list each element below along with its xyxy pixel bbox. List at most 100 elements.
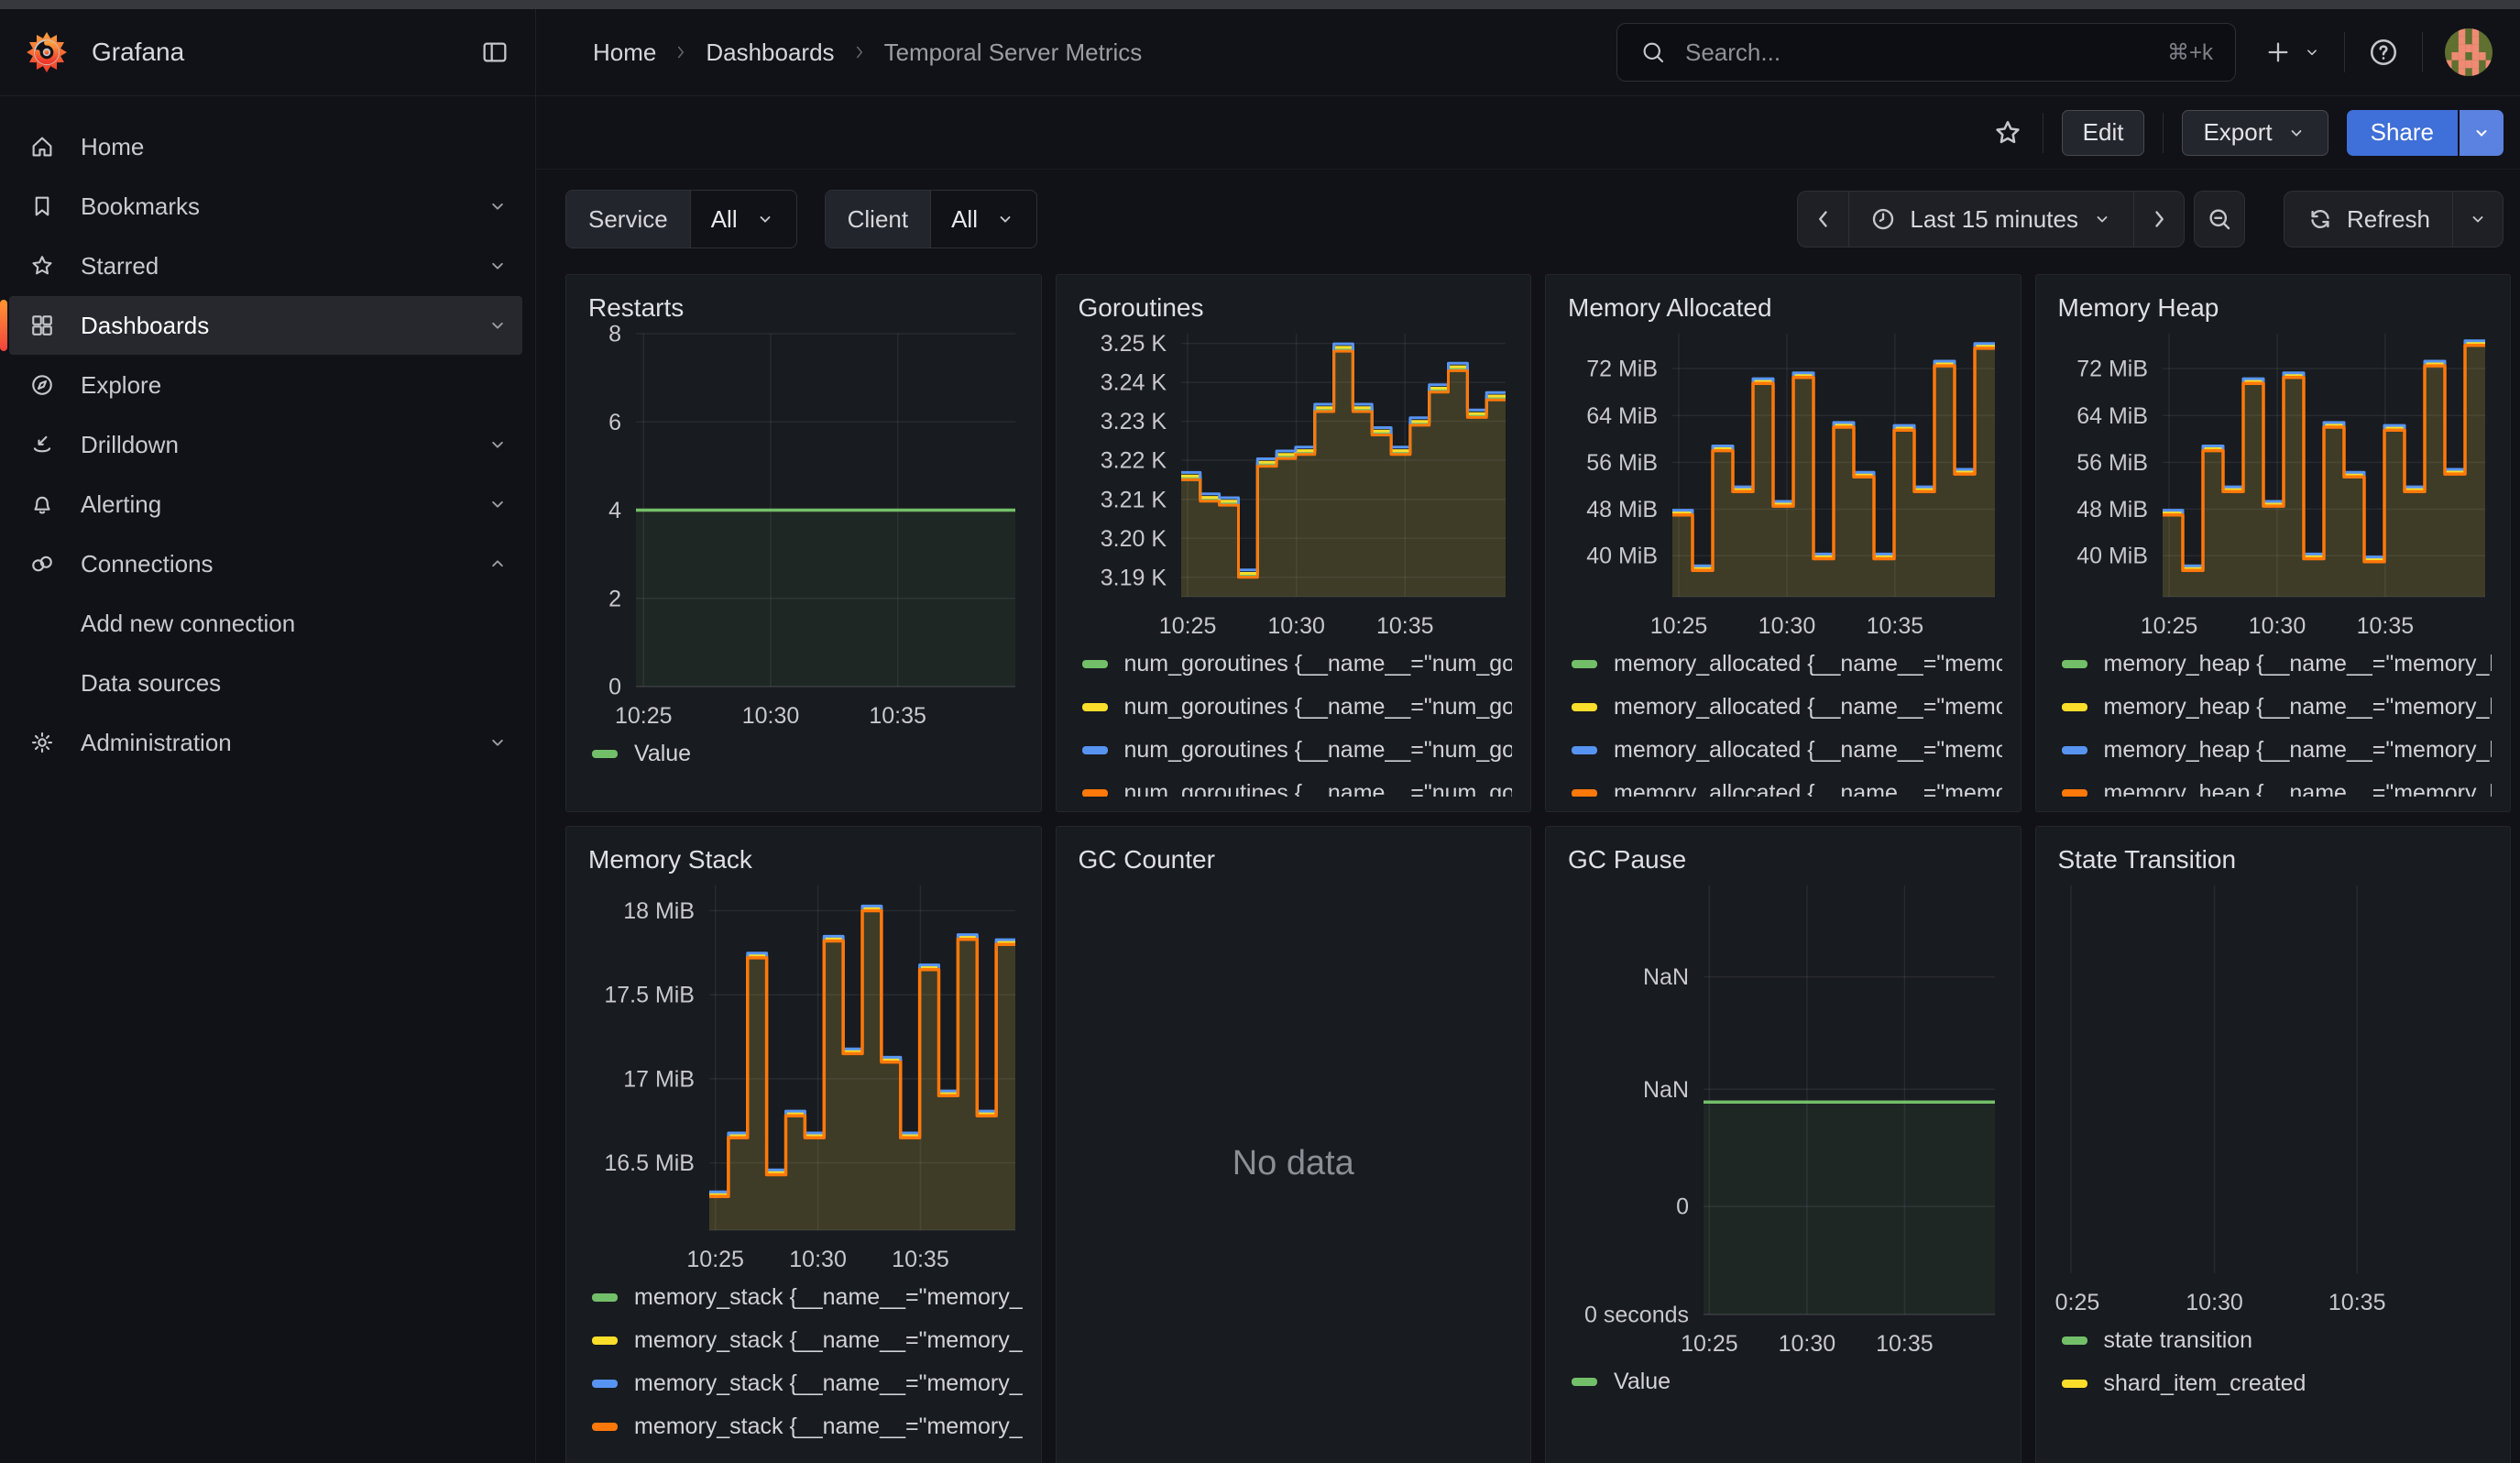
legend-item[interactable]: memory_allocated {__name__="memo	[1572, 686, 2002, 729]
breadcrumb-dashboards[interactable]: Dashboards	[706, 38, 834, 67]
edit-button[interactable]: Edit	[2062, 110, 2145, 156]
panel-title-memory_stack[interactable]: Memory Stack	[588, 845, 1023, 874]
client-filter-value[interactable]: All	[930, 191, 1036, 248]
svg-text:8: 8	[608, 323, 621, 347]
sidebar-item-data-sources[interactable]: Data sources	[9, 654, 522, 712]
search-box[interactable]: ⌘+k	[1616, 23, 2236, 82]
connections-icon	[27, 550, 57, 578]
service-filter[interactable]: Service All	[565, 190, 797, 248]
panel-title-gc_pause[interactable]: GC Pause	[1568, 845, 2002, 874]
favorite-star-icon[interactable]	[1991, 116, 2024, 149]
refresh-interval-dropdown[interactable]	[2452, 191, 2504, 248]
svg-text:6: 6	[608, 410, 621, 435]
share-dropdown-button[interactable]	[2460, 110, 2504, 156]
panel-title-memory_heap[interactable]: Memory Heap	[2058, 293, 2493, 323]
legend-label: memory_allocated {__name__="memo	[1614, 651, 2002, 677]
chart-memory_allocated[interactable]: 72 MiB64 MiB56 MiB48 MiB40 MiB10:2510:30…	[1564, 323, 2002, 643]
add-new-button[interactable]	[2263, 38, 2322, 67]
chevron-down-icon[interactable]	[486, 194, 509, 218]
sidebar-item-drilldown[interactable]: Drilldown	[9, 415, 522, 474]
legend-item[interactable]: memory_heap {__name__="memory_h	[2062, 643, 2493, 686]
time-back-button[interactable]	[1797, 191, 1848, 248]
panel-title-state_transition[interactable]: State Transition	[2058, 845, 2493, 874]
legend-color-orange	[592, 1423, 618, 1431]
legend-color-blue	[592, 1380, 618, 1388]
search-icon	[1639, 38, 1667, 66]
chart-memory_heap[interactable]: 72 MiB64 MiB56 MiB48 MiB40 MiB10:2510:30…	[2054, 323, 2493, 643]
export-button[interactable]: Export	[2182, 110, 2328, 156]
grafana-logo-icon[interactable]	[26, 31, 68, 73]
sidebar-item-bookmarks[interactable]: Bookmarks	[9, 177, 522, 236]
panel-title-memory_allocated[interactable]: Memory Allocated	[1568, 293, 2002, 323]
panel-title-restarts[interactable]: Restarts	[588, 293, 1023, 323]
chart-goroutines[interactable]: 3.25 K3.24 K3.23 K3.22 K3.21 K3.20 K3.19…	[1075, 323, 1513, 643]
share-button[interactable]: Share	[2347, 110, 2458, 156]
search-input[interactable]	[1683, 38, 2167, 68]
legend-item[interactable]: memory_stack {__name__="memory_s	[592, 1319, 1023, 1362]
chevron-down-icon[interactable]	[486, 314, 509, 337]
legend-item[interactable]: memory_heap {__name__="memory_h	[2062, 772, 2493, 797]
legend: state transitionshard_item_created	[2054, 1319, 2493, 1452]
panel-memory_stack: Memory Stack18 MiB17.5 MiB17 MiB16.5 MiB…	[565, 826, 1042, 1463]
svg-text:0 seconds: 0 seconds	[1584, 1303, 1689, 1328]
legend-item[interactable]: memory_allocated {__name__="memo	[1572, 643, 2002, 686]
legend-item[interactable]: memory_stack {__name__="memory_s	[592, 1276, 1023, 1319]
chevron-down-icon[interactable]	[486, 492, 509, 516]
sidebar-item-add-new-connection[interactable]: Add new connection	[9, 594, 522, 653]
sidebar-item-connections[interactable]: Connections	[9, 534, 522, 593]
time-range-picker[interactable]: Last 15 minutes	[1848, 191, 2133, 248]
sidebar-item-explore[interactable]: Explore	[9, 356, 522, 414]
chevron-down-icon[interactable]	[486, 731, 509, 754]
sidebar-item-alerting[interactable]: Alerting	[9, 475, 522, 534]
svg-text:3.19 K: 3.19 K	[1100, 565, 1167, 590]
user-avatar[interactable]	[2445, 28, 2493, 76]
sidebar-item-label: Explore	[81, 371, 161, 400]
chart-gc_pause[interactable]: NaNNaN00 seconds10:2510:3010:35	[1564, 874, 2002, 1360]
legend-item[interactable]: state transition	[2062, 1319, 2493, 1362]
legend-item[interactable]: num_goroutines {__name__="num_go	[1082, 772, 1513, 797]
legend-item[interactable]: num_goroutines {__name__="num_go	[1082, 729, 1513, 772]
help-icon[interactable]	[2367, 36, 2400, 69]
service-filter-label: Service	[566, 191, 690, 248]
chart-restarts[interactable]: 8642010:2510:3010:35	[585, 323, 1023, 732]
breadcrumb-home[interactable]: Home	[593, 38, 656, 67]
refresh-button[interactable]: Refresh	[2284, 191, 2452, 248]
legend-item[interactable]: shard_item_created	[2062, 1362, 2493, 1405]
legend-item[interactable]: num_goroutines {__name__="num_go	[1082, 686, 1513, 729]
legend-item[interactable]: memory_stack {__name__="memory_s	[592, 1362, 1023, 1405]
sidebar-item-administration[interactable]: Administration	[9, 713, 522, 772]
svg-text:17.5 MiB: 17.5 MiB	[604, 983, 695, 1008]
svg-text:16.5 MiB: 16.5 MiB	[604, 1150, 695, 1176]
chevron-down-icon[interactable]	[486, 254, 509, 278]
sidebar-item-starred[interactable]: Starred	[9, 236, 522, 295]
svg-text:10:30: 10:30	[1759, 613, 1816, 639]
chart-memory_stack[interactable]: 18 MiB17.5 MiB17 MiB16.5 MiB10:2510:3010…	[585, 874, 1023, 1276]
svg-text:10:25: 10:25	[686, 1247, 744, 1272]
zoom-out-button[interactable]	[2194, 191, 2245, 248]
chart-state_transition[interactable]: 10:2510:3010:35	[2054, 874, 2493, 1319]
sidebar-item-dashboards[interactable]: Dashboards	[9, 296, 522, 355]
time-forward-button[interactable]	[2133, 191, 2185, 248]
legend-item[interactable]: memory_allocated {__name__="memo	[1572, 729, 2002, 772]
panel-title-gc_counter[interactable]: GC Counter	[1079, 845, 1513, 874]
legend-item[interactable]: Value	[592, 732, 1023, 776]
chevron-up-icon[interactable]	[486, 552, 509, 576]
dashboard-toolbar: Edit Export Share	[536, 96, 2520, 170]
sidebar-item-home[interactable]: Home	[9, 117, 522, 176]
bell-icon	[27, 490, 57, 518]
legend-item[interactable]: Value	[1572, 1360, 2002, 1403]
svg-text:0: 0	[608, 675, 621, 700]
legend: Value	[1564, 1360, 2002, 1452]
chevron-down-icon[interactable]	[486, 433, 509, 456]
legend-item[interactable]: num_goroutines {__name__="num_go	[1082, 643, 1513, 686]
legend: num_goroutines {__name__="num_gonum_goro…	[1075, 643, 1513, 797]
client-filter[interactable]: Client All	[825, 190, 1037, 248]
legend-item[interactable]: memory_heap {__name__="memory_h	[2062, 686, 2493, 729]
panel-title-goroutines[interactable]: Goroutines	[1079, 293, 1513, 323]
legend-item[interactable]: memory_stack {__name__="memory_s	[592, 1405, 1023, 1448]
legend: memory_allocated {__name__="memomemory_a…	[1564, 643, 2002, 797]
service-filter-value[interactable]: All	[690, 191, 796, 248]
legend-item[interactable]: memory_allocated {__name__="memo	[1572, 772, 2002, 797]
sidebar-toggle-icon[interactable]	[480, 38, 509, 67]
legend-item[interactable]: memory_heap {__name__="memory_h	[2062, 729, 2493, 772]
